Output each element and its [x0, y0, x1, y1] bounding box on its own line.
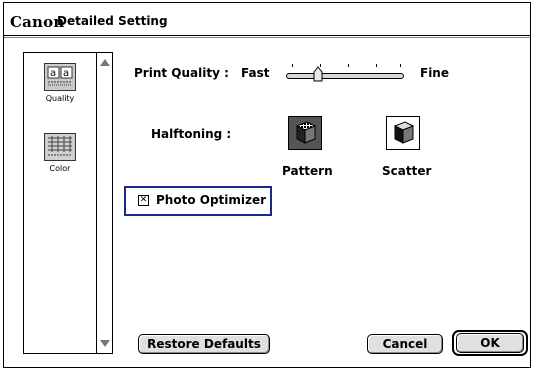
- window-title: Detailed Setting: [57, 14, 168, 28]
- title-divider: [4, 35, 530, 36]
- photo-optimizer-checkbox[interactable]: ✕: [138, 195, 149, 206]
- scatter-icon[interactable]: [386, 116, 420, 150]
- svg-text:a: a: [63, 68, 69, 79]
- halftoning-label: Halftoning :: [151, 127, 232, 141]
- slider-max-label: Fine: [420, 66, 449, 80]
- halftone-option-label: Pattern: [282, 164, 333, 178]
- sidebar-item-label: Color: [49, 164, 71, 173]
- category-list[interactable]: a a Quality Color: [23, 52, 113, 354]
- category-list-content: a a Quality Color: [24, 53, 97, 353]
- restore-defaults-button[interactable]: Restore Defaults: [138, 334, 270, 354]
- slider-min-label: Fast: [241, 66, 270, 80]
- sidebar-item-label: Quality: [45, 94, 75, 103]
- print-quality-label: Print Quality :: [134, 66, 229, 80]
- quality-icon: a a: [44, 63, 76, 91]
- pattern-icon[interactable]: [288, 116, 322, 150]
- scroll-up-icon[interactable]: [100, 59, 110, 66]
- halftone-option-label: Scatter: [382, 164, 432, 178]
- photo-optimizer-label[interactable]: Photo Optimizer: [156, 193, 266, 207]
- ok-button-default-ring: OK: [452, 330, 528, 356]
- scroll-down-icon[interactable]: [100, 340, 110, 347]
- category-scrollbar[interactable]: [96, 53, 112, 353]
- title-bar: Canon Detailed Setting: [4, 3, 530, 35]
- cancel-button[interactable]: Cancel: [367, 334, 443, 354]
- ok-button[interactable]: OK: [456, 333, 524, 353]
- sidebar-item-color[interactable]: Color: [34, 133, 86, 173]
- slider-track: [286, 73, 404, 79]
- slider-thumb[interactable]: [313, 66, 323, 82]
- print-quality-slider[interactable]: [286, 64, 406, 84]
- slider-tick: [400, 64, 401, 67]
- photo-optimizer-group: ✕ Photo Optimizer: [124, 186, 272, 216]
- color-icon: [44, 133, 76, 161]
- slider-tick: [292, 64, 293, 67]
- title-divider-shadow: [4, 37, 530, 38]
- slider-tick: [348, 64, 349, 67]
- svg-text:a: a: [50, 68, 56, 79]
- sidebar-item-quality[interactable]: a a Quality: [34, 63, 86, 103]
- slider-tick: [376, 64, 377, 67]
